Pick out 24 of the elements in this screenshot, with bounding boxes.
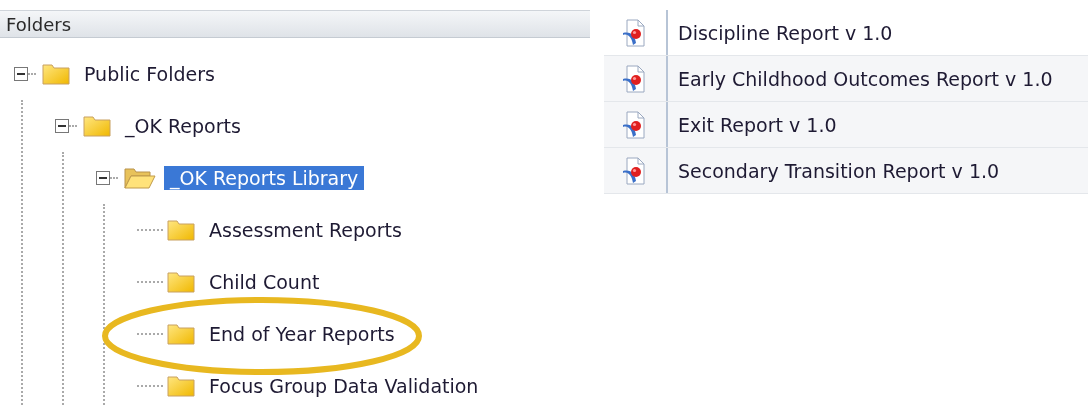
folder-icon [83, 115, 111, 137]
folder-label[interactable]: Assessment Reports [203, 218, 408, 242]
folder-label[interactable]: End of Year Reports [203, 322, 401, 346]
folder-label[interactable]: Focus Group Data Validation [203, 374, 485, 398]
report-name[interactable]: Discipline Report v 1.0 [668, 21, 893, 44]
folder-label[interactable]: _OK Reports [119, 114, 247, 138]
folder-label[interactable]: Child Count [203, 270, 326, 294]
report-file-icon [622, 110, 648, 139]
folder-label[interactable]: Public Folders [78, 62, 221, 86]
folder-icon [42, 63, 70, 85]
report-file-icon [622, 18, 648, 47]
folder-label[interactable]: _OK Reports Library [164, 166, 365, 190]
collapse-toggle[interactable] [96, 171, 110, 185]
report-file-icon [622, 156, 648, 185]
folder-icon [167, 271, 195, 293]
collapse-toggle[interactable] [14, 67, 28, 81]
folder-icon [167, 375, 195, 397]
folder-icon [167, 323, 195, 345]
folder-icon [167, 219, 195, 241]
report-file-icon [622, 64, 648, 93]
report-name[interactable]: Exit Report v 1.0 [668, 113, 837, 136]
panel-header: Folders [0, 10, 590, 38]
collapse-toggle[interactable] [55, 119, 69, 133]
open-folder-icon [124, 167, 156, 189]
